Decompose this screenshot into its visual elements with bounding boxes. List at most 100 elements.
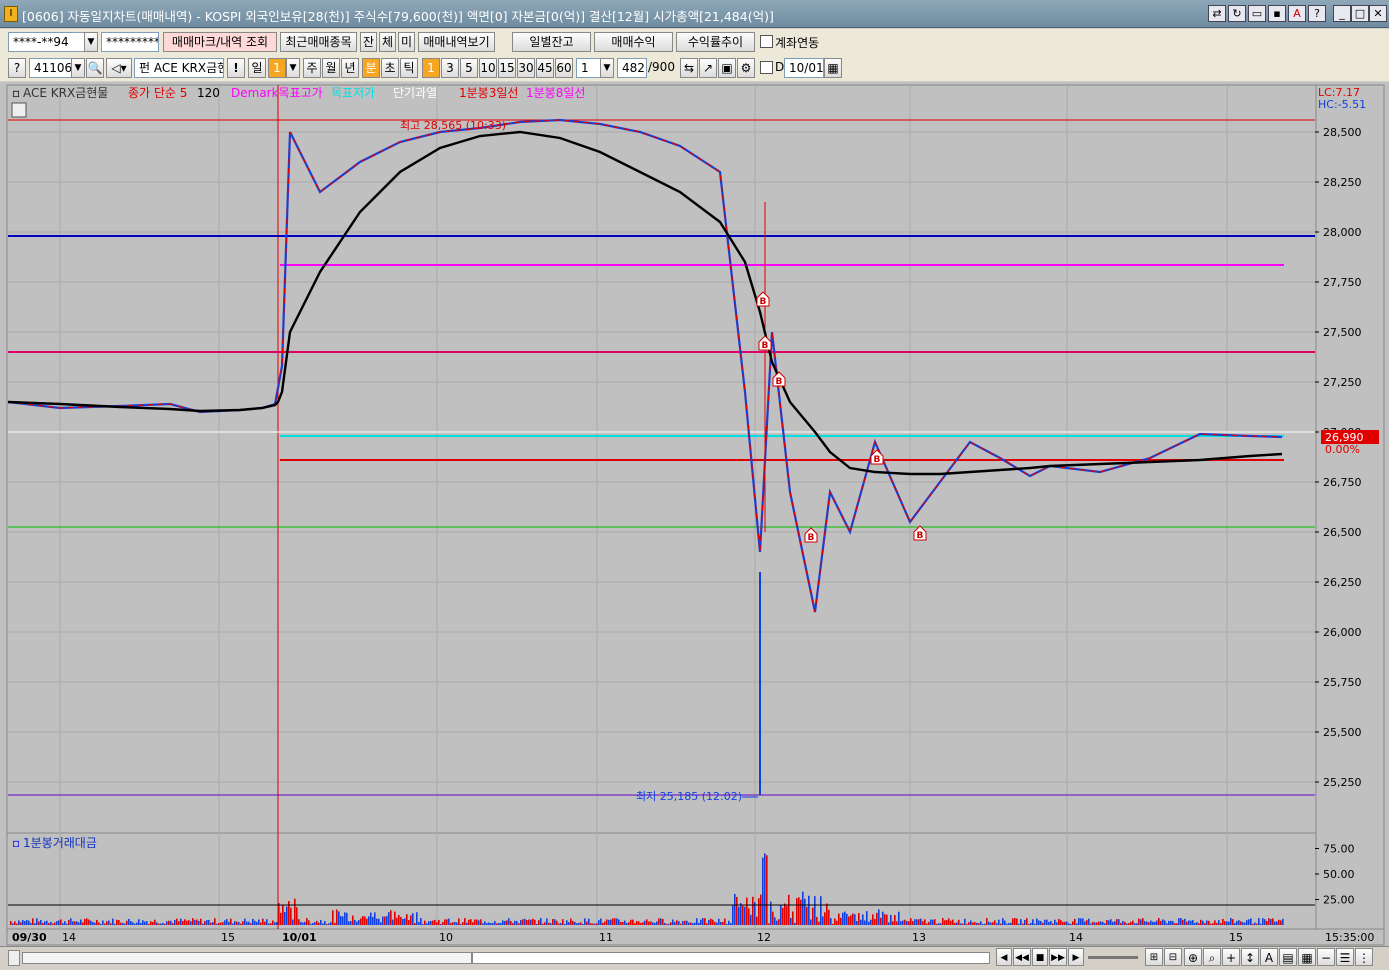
arrow-icon[interactable]: ↕ xyxy=(1241,948,1259,966)
grid-toggle-icon[interactable] xyxy=(11,102,27,118)
trade-profit-button[interactable]: 매매수익 xyxy=(594,32,673,52)
scroll-left-icon[interactable] xyxy=(8,950,20,966)
chart-area[interactable]: B B B B B B 28,500 28,250 28,000 27,750 27,500 27,… xyxy=(0,82,1389,948)
code-search-icon[interactable]: ? xyxy=(8,58,26,78)
second-button[interactable]: 초 xyxy=(381,58,399,78)
pin-icon[interactable]: ▪ xyxy=(1268,5,1286,22)
font-icon[interactable]: A xyxy=(1288,5,1306,22)
interval-15[interactable]: 15 xyxy=(498,58,516,78)
password-field[interactable]: ********* xyxy=(101,32,159,52)
code-dropdown[interactable]: ▼ xyxy=(71,58,85,78)
nav-fast-left-button[interactable]: ◀◀ xyxy=(1013,948,1031,966)
volume-bar xyxy=(1270,919,1272,925)
help-icon[interactable]: ? xyxy=(1308,5,1326,22)
interval-60[interactable]: 60 xyxy=(555,58,573,78)
zoom-slider[interactable] xyxy=(1088,956,1138,959)
crosshair-icon[interactable]: ⊕ xyxy=(1184,948,1202,966)
scroll-icon[interactable]: ⇆ xyxy=(680,58,698,78)
volume-bar xyxy=(600,918,602,925)
volume-bar xyxy=(1058,918,1060,925)
daily-balance-button[interactable]: 일별잔고 xyxy=(512,32,591,52)
volume-bar xyxy=(128,918,130,925)
account-link-checkbox[interactable] xyxy=(760,35,773,48)
nav-right-button[interactable]: ▶ xyxy=(1068,948,1084,966)
nav-fast-right-button[interactable]: ▶▶ xyxy=(1049,948,1067,966)
maximize-button[interactable]: □ xyxy=(1351,5,1369,22)
monthly-button[interactable]: 월 xyxy=(322,58,340,78)
interval-10[interactable]: 10 xyxy=(479,58,497,78)
plus-icon[interactable]: + xyxy=(1222,948,1240,966)
scrollbar[interactable] xyxy=(22,952,472,964)
interval-45[interactable]: 45 xyxy=(536,58,554,78)
tick-button[interactable]: 틱 xyxy=(400,58,418,78)
date-checkbox[interactable] xyxy=(760,61,773,74)
print-icon[interactable]: ▤ xyxy=(1279,948,1297,966)
period-dropdown[interactable]: ▼ xyxy=(286,58,300,78)
interval-1[interactable]: 1 xyxy=(422,58,440,78)
balance-button[interactable]: 잔 xyxy=(360,32,377,52)
trade-history-button[interactable]: 매매내역보기 xyxy=(418,32,495,52)
period-field[interactable]: 1 xyxy=(268,58,286,78)
yearly-button[interactable]: 년 xyxy=(341,58,359,78)
daily-button[interactable]: 일 xyxy=(248,58,266,78)
date-field[interactable]: 10/01 xyxy=(784,58,824,78)
volume-bar xyxy=(308,920,310,925)
settings-icon[interactable]: ⚙ xyxy=(737,58,755,78)
minimize-button[interactable]: _ xyxy=(1333,5,1351,22)
execution-button[interactable]: 체 xyxy=(379,32,396,52)
return-trend-button[interactable]: 수익률추이 xyxy=(676,32,755,52)
minus-icon[interactable]: − xyxy=(1317,948,1335,966)
price-chart[interactable]: B B B B B B 28,500 28,250 28,000 27,750 27,500 27,… xyxy=(0,82,1389,948)
trade-mark-button[interactable]: 매매마크/내역 조회 xyxy=(163,32,277,52)
volume-bar xyxy=(192,918,194,925)
zoom-icon[interactable]: ⌕ xyxy=(1203,948,1221,966)
interval-5[interactable]: 5 xyxy=(460,58,478,78)
price-tick-label: 28,000 xyxy=(1323,226,1362,239)
volume-tick-label: 50.00 xyxy=(1323,868,1355,881)
close-button[interactable]: ✕ xyxy=(1369,5,1387,22)
grid-minus-icon[interactable]: ⊟ xyxy=(1164,948,1182,966)
weekly-button[interactable]: 주 xyxy=(303,58,321,78)
stock-name-field[interactable]: 펀 ACE KRX금현물 xyxy=(134,58,224,78)
volume-bar xyxy=(796,898,798,925)
nav-stop-button[interactable]: ■ xyxy=(1032,948,1048,966)
table-icon[interactable]: ▦ xyxy=(1298,948,1316,966)
volume-bar xyxy=(986,918,988,925)
volume-bar xyxy=(1266,921,1268,925)
custom-interval-dropdown[interactable]: ▼ xyxy=(600,58,614,78)
grid-plus-icon[interactable]: ⊞ xyxy=(1145,948,1163,966)
alert-icon[interactable]: ! xyxy=(227,58,245,78)
scrollbar-thumb[interactable] xyxy=(472,952,990,964)
volume-bar xyxy=(494,921,496,925)
volume-bar xyxy=(454,921,456,925)
volume-bar xyxy=(876,912,878,925)
volume-bar xyxy=(1178,918,1180,925)
calendar-icon[interactable]: ▦ xyxy=(824,58,842,78)
app-icon: I xyxy=(4,6,18,22)
interval-3[interactable]: 3 xyxy=(441,58,459,78)
refresh-icon[interactable]: ↻ xyxy=(1228,5,1246,22)
unfilled-button[interactable]: 미 xyxy=(398,32,415,52)
volume-tick-label: 25.00 xyxy=(1323,894,1355,907)
volume-bar xyxy=(172,923,174,925)
font-size-icon[interactable]: A xyxy=(1260,948,1278,966)
recent-stocks-button[interactable]: 최근매매종목 xyxy=(280,32,357,52)
save-icon[interactable]: ▣ xyxy=(718,58,736,78)
speaker-icon[interactable]: ◁▾ xyxy=(106,58,132,78)
count-field[interactable]: 482 xyxy=(617,58,647,78)
search-icon[interactable]: 🔍 xyxy=(86,58,104,78)
link-icon[interactable]: ⇄ xyxy=(1208,5,1226,22)
volume-bar xyxy=(780,905,782,925)
account-dropdown[interactable]: ▼ xyxy=(84,32,98,52)
volume-bar xyxy=(738,906,740,925)
nav-left-button[interactable]: ◀ xyxy=(996,948,1012,966)
volume-bar xyxy=(408,920,410,925)
chart-icon[interactable]: ↗ xyxy=(699,58,717,78)
list-icon[interactable]: ☰ xyxy=(1336,948,1354,966)
options-icon[interactable]: ⋮ xyxy=(1355,948,1373,966)
volume-bar xyxy=(278,902,280,925)
window-icon[interactable]: ▭ xyxy=(1248,5,1266,22)
minute-button[interactable]: 분 xyxy=(362,58,380,78)
interval-30[interactable]: 30 xyxy=(517,58,535,78)
volume-bar xyxy=(678,921,680,925)
